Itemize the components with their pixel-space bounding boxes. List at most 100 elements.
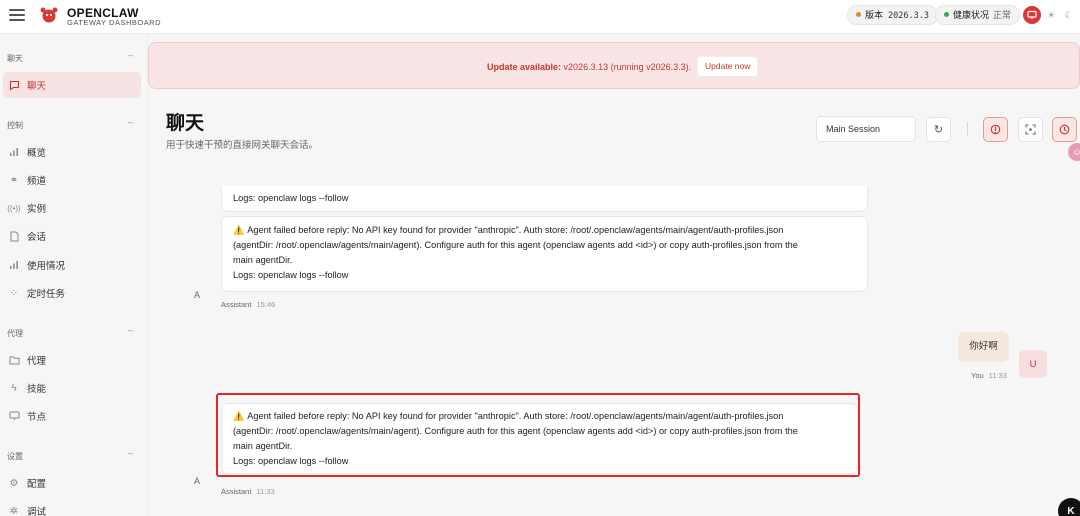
health-dot-icon (944, 12, 949, 17)
group-label-chat: 聊天 (7, 54, 23, 63)
version-dot-icon (856, 12, 861, 17)
focus-icon (1025, 124, 1036, 135)
brain-icon (990, 124, 1001, 135)
folder-icon (8, 354, 20, 366)
link-icon: ⚭ (9, 174, 19, 186)
page-title: 聊天 (166, 113, 205, 134)
sidebar-item-label: 配置 (27, 479, 47, 490)
message-line: (agentDir: /root/.openclaw/agents/main/a… (233, 240, 798, 250)
history-button[interactable] (1052, 117, 1077, 142)
sun-theme-icon[interactable]: ☀ (1042, 6, 1060, 24)
refresh-button[interactable]: ↻ (926, 117, 951, 142)
message-line: Logs: openclaw logs --follow (233, 270, 349, 280)
collapse-icon[interactable]: – (128, 117, 133, 127)
message-line: Logs: openclaw logs --follow (233, 193, 349, 203)
collapse-icon[interactable]: – (128, 448, 133, 458)
message-sender: Assistant (221, 300, 252, 309)
sidebar-item-label: 代理 (27, 356, 47, 367)
message-line: Agent failed before reply: No API key fo… (247, 225, 784, 235)
sidebar-item-label: 聊天 (27, 81, 47, 92)
warning-icon: ⚠️ (233, 225, 245, 235)
message-meta: Assistant 11:33 (221, 487, 275, 496)
refresh-icon: ↻ (933, 124, 944, 136)
assistant-avatar: A (194, 476, 201, 486)
assistant-avatar: A (194, 290, 201, 300)
moon-theme-icon[interactable]: ☾ (1060, 6, 1078, 24)
message-time: 11:33 (256, 487, 275, 496)
sidebar-item-skills[interactable]: ϟ 技能 (3, 375, 141, 401)
top-bar: OPENCLAW GATEWAY DASHBOARD 版本 2026.3.3 健康… (0, 0, 1080, 34)
sidebar-item-cron[interactable]: ⁘ 定时任务 (3, 280, 141, 306)
update-banner-version: v2026.3.13 (running v2026.3.3). (563, 62, 692, 72)
monitor-icon (8, 410, 20, 422)
update-banner-text: Update available: v2026.3.13 (running v2… (487, 62, 691, 72)
user-message-bubble: 你好啊 (958, 332, 1009, 362)
message-bubble-partial: Logs: openclaw logs --follow (221, 186, 868, 212)
sidebar-item-usage[interactable]: 使用情况 (3, 252, 141, 278)
sidebar-item-debug[interactable]: ✲ 调试 (3, 498, 141, 516)
message-sender: Assistant (221, 487, 252, 496)
sidebar-item-agents[interactable]: 代理 (3, 347, 141, 373)
radio-icon: ((•)) (7, 203, 21, 213)
sidebar-item-label: 技能 (27, 384, 47, 395)
group-label-settings: 设置 (7, 452, 23, 461)
lobster-logo-icon (40, 7, 58, 23)
document-icon (8, 230, 20, 242)
collapse-icon[interactable]: – (128, 325, 133, 335)
message-line: main agentDir. (233, 255, 293, 265)
hamburger-menu-icon[interactable] (9, 9, 25, 23)
health-label: 健康状况 (953, 10, 990, 20)
sidebar-item-label: 实例 (27, 204, 47, 215)
gear-icon: ⚙ (9, 477, 19, 489)
sidebar-item-channels[interactable]: ⚭ 频道 (3, 167, 141, 193)
update-banner: Update available: v2026.3.13 (running v2… (148, 42, 1080, 89)
toolbar-divider (967, 122, 968, 136)
message-sender: You (971, 371, 984, 380)
version-value: 2026.3.3 (888, 11, 929, 21)
message-time: 15:46 (256, 300, 276, 309)
thinking-toggle-button[interactable] (983, 117, 1008, 142)
sidebar-item-sessions[interactable]: 会话 (3, 223, 141, 249)
message-time: 11:33 (988, 371, 1007, 380)
sidebar-item-label: 概览 (27, 148, 47, 159)
bug-icon: ✲ (9, 505, 19, 516)
group-label-control: 控制 (7, 121, 23, 130)
update-banner-strong: Update available: (487, 62, 562, 72)
sidebar-item-overview[interactable]: 概览 (3, 139, 141, 165)
sidebar-item-label: 频道 (27, 176, 47, 187)
sidebar-item-config[interactable]: ⚙ 配置 (3, 470, 141, 496)
version-label: 版本 (865, 10, 884, 20)
floating-assistant-icon[interactable]: ☺ (1068, 143, 1080, 161)
assistant-message-bubble: ⚠️ Agent failed before reply: No API key … (221, 216, 868, 292)
chat-bubble-icon (8, 79, 20, 91)
sidebar-item-label: 调试 (27, 507, 47, 516)
user-avatar: U (1019, 350, 1047, 378)
health-value: 正常 (993, 10, 1012, 20)
update-now-button[interactable]: Update now (697, 56, 759, 77)
health-pill: 健康状况 正常 (935, 5, 1021, 25)
brand-subtitle: GATEWAY DASHBOARD (67, 18, 162, 27)
bolt-icon: ϟ (11, 382, 17, 394)
message-meta: Assistant 15:46 (221, 300, 275, 309)
loader-icon: ⁘ (9, 287, 19, 299)
annotation-highlight-box (216, 393, 860, 477)
clock-icon (1059, 124, 1070, 135)
sidebar-item-label: 会话 (27, 232, 47, 243)
sidebar-item-nodes[interactable]: 节点 (3, 403, 141, 429)
group-label-agents: 代理 (7, 329, 23, 338)
sidebar-item-instances[interactable]: ((•)) 实例 (3, 195, 141, 221)
monitor-theme-icon[interactable] (1023, 6, 1041, 24)
version-pill: 版本 2026.3.3 (847, 5, 938, 25)
bar-chart-icon (8, 146, 20, 158)
focus-mode-button[interactable] (1018, 117, 1043, 142)
sidebar: 聊天 – 聊天 控制 – 概览 ⚭ 频道 ((•)) 实例 会话 使用情况 ⁘ … (0, 34, 148, 516)
message-meta: You 11:33 (971, 371, 1007, 380)
bar-chart-icon (8, 259, 20, 271)
sidebar-item-chat[interactable]: 聊天 (3, 72, 141, 98)
sidebar-item-label: 定时任务 (27, 289, 66, 300)
collapse-icon[interactable]: – (128, 50, 133, 60)
page-subtitle: 用于快速干预的直接网关聊天会话。 (166, 140, 319, 151)
session-select[interactable]: Main Session (816, 116, 916, 142)
sidebar-item-label: 使用情况 (27, 261, 66, 272)
corner-k-button[interactable]: K (1058, 498, 1080, 516)
